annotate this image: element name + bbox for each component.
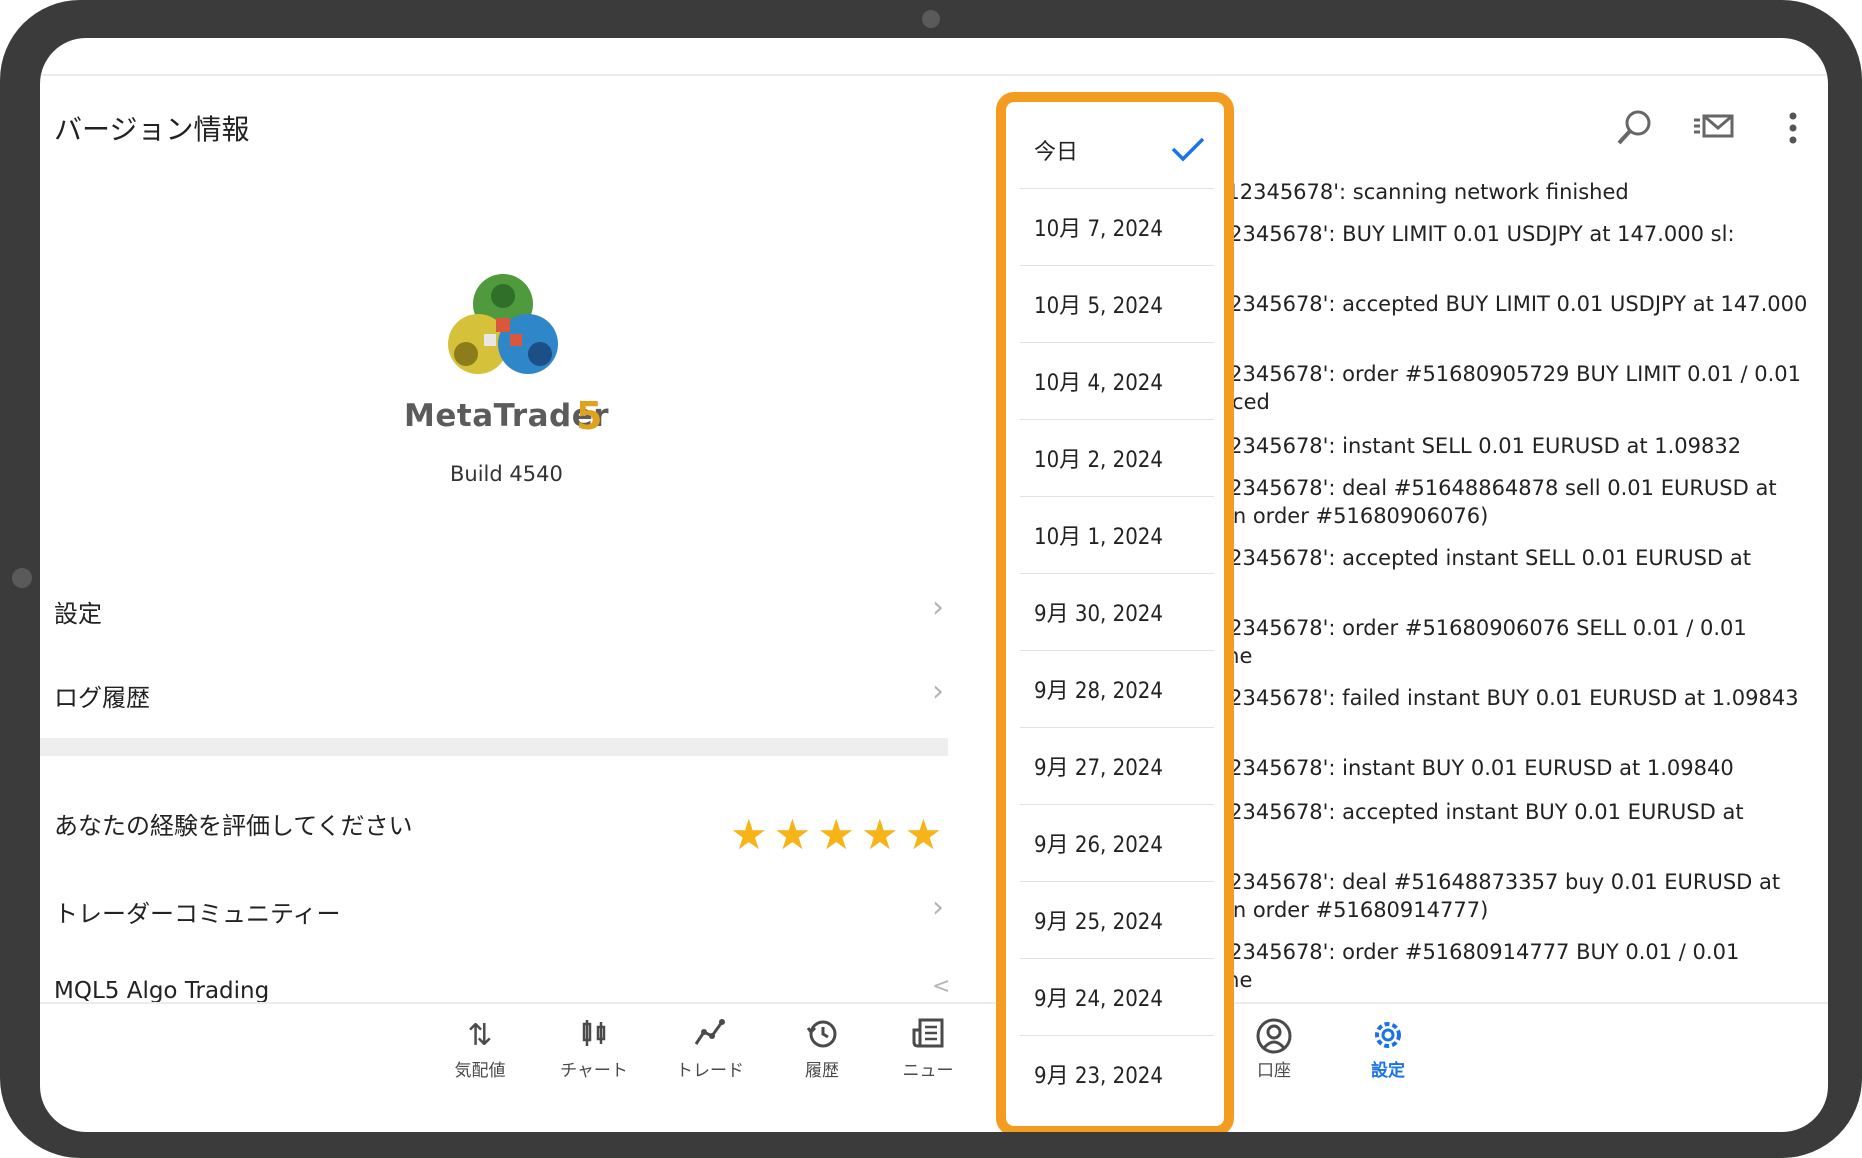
share-icon[interactable]: < [932,974,950,999]
date-option-label: 9月 26, 2024 [1034,833,1163,858]
quotes-icon: ⇅ [467,1018,493,1053]
build-number: Build 4540 [450,462,563,486]
date-option[interactable]: 9月 23, 2024 [1020,1036,1214,1112]
date-option[interactable]: 9月 25, 2024 [1020,882,1214,959]
date-option[interactable]: 10月 7, 2024 [1020,189,1214,266]
log-line: '12345678': BUY LIMIT 0.01 USDJPY at 147… [1210,222,1735,246]
log-line: '12345678': instant BUY 0.01 EURUSD at 1… [1210,756,1734,780]
date-option-label: 10月 4, 2024 [1034,371,1163,396]
chevron-right-icon: › [932,590,944,625]
chevron-right-icon: › [932,890,944,925]
date-option-label: 9月 30, 2024 [1034,602,1163,627]
star-icon[interactable]: ★ [905,814,943,856]
more-vert-icon[interactable] [1786,108,1800,148]
nav-label: 気配値 [454,1061,506,1081]
menu-log-history[interactable]: ログ履歴 [54,678,150,713]
date-option-label: 9月 24, 2024 [1034,987,1163,1012]
mail-icon[interactable] [1692,108,1736,148]
date-option[interactable]: 10月 4, 2024 [1020,343,1214,420]
rate-prompt: あなたの経験を評価してください [54,812,413,840]
log-line: '12345678': order #51680906076 SELL 0.01… [1210,616,1747,640]
chevron-right-icon: › [932,674,944,709]
search-icon[interactable] [1614,108,1654,148]
date-option[interactable]: 9月 28, 2024 [1020,651,1214,728]
nav-news[interactable]: ニュー [878,1018,978,1081]
nav-label: 履歴 [805,1061,839,1081]
side-button [12,568,32,588]
log-line: 'k '12345678': scanning network finished [1196,180,1629,204]
date-option-label: 今日 [1034,140,1079,165]
date-option-label: 10月 7, 2024 [1034,217,1163,242]
date-option[interactable]: 10月 2, 2024 [1020,420,1214,497]
star-icon[interactable]: ★ [730,814,768,856]
log-line: d on order #51680914777) [1200,898,1489,922]
camera [922,10,940,28]
history-icon [772,1018,872,1054]
log-line: '12345678': accepted BUY LIMIT 0.01 USDJ… [1210,292,1808,316]
star-icon[interactable]: ★ [774,814,812,856]
date-option-today[interactable]: 今日 [1020,112,1214,189]
nav-quotes[interactable]: ⇅ 気配値 [430,1018,530,1081]
bottom-nav-divider [40,1002,1828,1004]
date-option[interactable]: 9月 26, 2024 [1020,805,1214,882]
metatrader-logo [448,274,558,374]
news-icon [878,1018,978,1054]
about-panel: バージョン情報 MetaTrader 5 Build 4540 設定 › ログ履… [40,38,950,1132]
date-option-label: 10月 1, 2024 [1034,525,1163,550]
log-line: '12345678': order #51680905729 BUY LIMIT… [1210,362,1802,386]
log-line: '12345678': instant SELL 0.01 EURUSD at … [1210,434,1742,458]
date-option[interactable]: 9月 27, 2024 [1020,728,1214,805]
date-option-label: 9月 27, 2024 [1034,756,1163,781]
nav-chart[interactable]: チャート [544,1018,644,1081]
log-line: '12345678': accepted instant BUY 0.01 EU… [1210,800,1744,824]
menu-mql5[interactable]: MQL5 Algo Trading [54,978,269,1004]
device-frame: バージョン情報 MetaTrader 5 Build 4540 設定 › ログ履… [0,0,1862,1158]
log-line: '12345678': accepted instant SELL 0.01 E… [1210,546,1751,570]
trade-icon [660,1018,760,1054]
log-line: '12345678': failed instant BUY 0.01 EURU… [1210,686,1799,710]
nav-account[interactable]: 口座 [1224,1018,1324,1081]
log-line: '12345678': deal #51648864878 sell 0.01 … [1210,476,1777,500]
date-option-label: 9月 23, 2024 [1034,1064,1163,1089]
date-option-label: 9月 28, 2024 [1034,679,1163,704]
date-option[interactable]: 9月 30, 2024 [1020,574,1214,651]
star-icon[interactable]: ★ [817,814,855,856]
date-dropdown: 今日 10月 7, 2024 10月 5, 2024 10月 4, 2024 1… [996,92,1234,1132]
settings-icon [1338,1018,1438,1054]
log-line: d on order #51680906076) [1200,504,1489,528]
page-title: バージョン情報 [54,113,250,146]
check-icon [1171,137,1205,162]
menu-community[interactable]: トレーダーコミュニティー [54,894,341,929]
log-line: '12345678': order #51680914777 BUY 0.01 … [1210,940,1740,964]
brand-version: 5 [576,394,603,438]
date-option[interactable]: 9月 24, 2024 [1020,959,1214,1036]
nav-history[interactable]: 履歴 [772,1018,872,1081]
nav-trade[interactable]: トレード [660,1018,760,1081]
nav-label: ニュー [902,1061,954,1081]
nav-label: チャート [560,1061,628,1081]
section-divider [40,738,948,756]
date-list: 今日 10月 7, 2024 10月 5, 2024 10月 4, 2024 1… [1020,112,1214,1112]
date-option[interactable]: 10月 5, 2024 [1020,266,1214,343]
nav-settings[interactable]: 設定 [1338,1018,1438,1081]
chart-icon [544,1018,644,1054]
date-option[interactable]: 10月 1, 2024 [1020,497,1214,574]
nav-label: 設定 [1371,1061,1405,1081]
star-icon[interactable]: ★ [861,814,899,856]
nav-label: トレード [676,1061,744,1081]
date-option-label: 9月 25, 2024 [1034,910,1163,935]
date-option-label: 10月 5, 2024 [1034,294,1163,319]
screen: バージョン情報 MetaTrader 5 Build 4540 設定 › ログ履… [40,38,1828,1132]
menu-settings[interactable]: 設定 [54,594,102,629]
account-icon [1224,1018,1324,1054]
log-line: '12345678': deal #51648873357 buy 0.01 E… [1210,870,1781,894]
date-option-label: 10月 2, 2024 [1034,448,1163,473]
nav-label: 口座 [1257,1061,1291,1081]
rating-stars[interactable]: ★ ★ ★ ★ ★ [730,814,942,856]
